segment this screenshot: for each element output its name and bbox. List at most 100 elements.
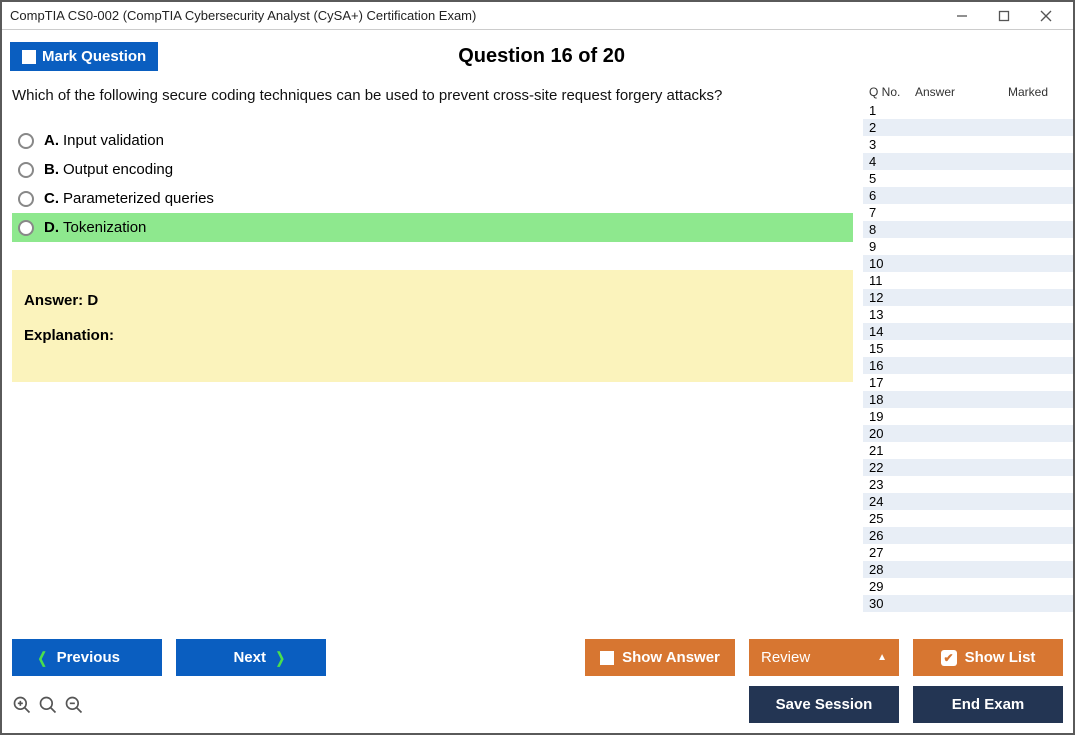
close-icon[interactable] xyxy=(1025,3,1067,29)
qlist-row[interactable]: 16 xyxy=(863,357,1073,374)
qlist-cell-marked xyxy=(989,272,1073,289)
qlist-cell-marked xyxy=(989,170,1073,187)
minimize-icon[interactable] xyxy=(941,3,983,29)
option-letter: C. xyxy=(44,190,59,207)
qlist-cell-marked xyxy=(989,119,1073,136)
next-button[interactable]: Next ❭ xyxy=(176,639,326,676)
qlist-row[interactable]: 11 xyxy=(863,272,1073,289)
qlist-cell-qno: 27 xyxy=(869,544,915,561)
qlist-cell-answer xyxy=(915,340,989,357)
show-list-button[interactable]: ✔ Show List xyxy=(913,639,1063,676)
qlist-cell-answer xyxy=(915,510,989,527)
qlist-row[interactable]: 20 xyxy=(863,425,1073,442)
show-answer-button[interactable]: Show Answer xyxy=(585,639,735,676)
review-button[interactable]: Review ▲ xyxy=(749,639,899,676)
option-d[interactable]: D. Tokenization xyxy=(12,213,853,242)
qlist-row[interactable]: 27 xyxy=(863,544,1073,561)
maximize-icon[interactable] xyxy=(983,3,1025,29)
qlist-cell-qno: 8 xyxy=(869,221,915,238)
qlist-row[interactable]: 30 xyxy=(863,595,1073,612)
qlist-cell-answer xyxy=(915,357,989,374)
qlist-cell-qno: 9 xyxy=(869,238,915,255)
qlist-cell-marked xyxy=(989,136,1073,153)
qlist-cell-answer xyxy=(915,255,989,272)
qlist-cell-answer xyxy=(915,459,989,476)
qlist-row[interactable]: 24 xyxy=(863,493,1073,510)
qlist-cell-marked xyxy=(989,408,1073,425)
qlist-cell-marked xyxy=(989,221,1073,238)
mid: Which of the following secure coding tec… xyxy=(2,81,1073,631)
qlist-cell-answer xyxy=(915,170,989,187)
qlist-cell-answer xyxy=(915,102,989,119)
qlist-row[interactable]: 18 xyxy=(863,391,1073,408)
qlist-cell-qno: 22 xyxy=(869,459,915,476)
qlist-row[interactable]: 9 xyxy=(863,238,1073,255)
qlist-row[interactable]: 12 xyxy=(863,289,1073,306)
qlist-row[interactable]: 1 xyxy=(863,102,1073,119)
qlist-row[interactable]: 17 xyxy=(863,374,1073,391)
footer-row-2: Save Session End Exam xyxy=(12,686,1063,723)
zoom-reset-icon[interactable] xyxy=(38,695,58,715)
qlist-row[interactable]: 23 xyxy=(863,476,1073,493)
zoom-controls xyxy=(12,695,84,715)
question-list-panel: Q No. Answer Marked 12345678910111213141… xyxy=(863,81,1073,631)
question-heading: Question 16 of 20 xyxy=(158,45,1065,68)
qlist-row[interactable]: 14 xyxy=(863,323,1073,340)
question-text: Which of the following secure coding tec… xyxy=(12,87,853,104)
option-text: Tokenization xyxy=(63,219,146,236)
save-session-button[interactable]: Save Session xyxy=(749,686,899,723)
qlist-cell-qno: 16 xyxy=(869,357,915,374)
option-a[interactable]: A. Input validation xyxy=(12,126,853,155)
qlist-cell-answer xyxy=(915,391,989,408)
previous-button[interactable]: ❬ Previous xyxy=(12,639,162,676)
qlist-cell-marked xyxy=(989,102,1073,119)
review-label: Review xyxy=(761,649,810,666)
titlebar: CompTIA CS0-002 (CompTIA Cybersecurity A… xyxy=(2,2,1073,30)
qlist-row[interactable]: 29 xyxy=(863,578,1073,595)
qlist-row[interactable]: 8 xyxy=(863,221,1073,238)
qlist-row[interactable]: 13 xyxy=(863,306,1073,323)
qlist-cell-qno: 2 xyxy=(869,119,915,136)
qlist-row[interactable]: 3 xyxy=(863,136,1073,153)
show-list-label: Show List xyxy=(965,649,1036,666)
qlist-cell-marked xyxy=(989,391,1073,408)
end-exam-button[interactable]: End Exam xyxy=(913,686,1063,723)
qlist-row[interactable]: 10 xyxy=(863,255,1073,272)
mark-question-button[interactable]: Mark Question xyxy=(10,42,158,71)
qlist-row[interactable]: 6 xyxy=(863,187,1073,204)
qlist-body[interactable]: 1234567891011121314151617181920212223242… xyxy=(863,102,1073,631)
zoom-out-icon[interactable] xyxy=(64,695,84,715)
qlist-row[interactable]: 26 xyxy=(863,527,1073,544)
option-b[interactable]: B. Output encoding xyxy=(12,155,853,184)
option-c[interactable]: C. Parameterized queries xyxy=(12,184,853,213)
qlist-cell-marked xyxy=(989,442,1073,459)
qlist-row[interactable]: 5 xyxy=(863,170,1073,187)
end-exam-label: End Exam xyxy=(952,696,1025,713)
qlist-row[interactable]: 19 xyxy=(863,408,1073,425)
chevron-up-icon: ▲ xyxy=(877,652,887,663)
radio-icon xyxy=(18,162,34,178)
qlist-cell-qno: 7 xyxy=(869,204,915,221)
qlist-row[interactable]: 4 xyxy=(863,153,1073,170)
qlist-cell-marked xyxy=(989,255,1073,272)
qlist-cell-marked xyxy=(989,544,1073,561)
window-title: CompTIA CS0-002 (CompTIA Cybersecurity A… xyxy=(10,8,941,23)
qlist-row[interactable]: 22 xyxy=(863,459,1073,476)
qlist-row[interactable]: 25 xyxy=(863,510,1073,527)
qlist-cell-answer xyxy=(915,119,989,136)
qlist-row[interactable]: 28 xyxy=(863,561,1073,578)
qlist-cell-marked xyxy=(989,204,1073,221)
qlist-cell-marked xyxy=(989,561,1073,578)
qlist-cell-qno: 4 xyxy=(869,153,915,170)
qlist-row[interactable]: 21 xyxy=(863,442,1073,459)
qlist-cell-qno: 25 xyxy=(869,510,915,527)
zoom-in-icon[interactable] xyxy=(12,695,32,715)
option-text: Parameterized queries xyxy=(63,190,214,207)
qlist-cell-answer xyxy=(915,595,989,612)
checkbox-checked-icon: ✔ xyxy=(941,650,957,666)
qlist-cell-marked xyxy=(989,238,1073,255)
qlist-row[interactable]: 7 xyxy=(863,204,1073,221)
qlist-cell-qno: 5 xyxy=(869,170,915,187)
qlist-row[interactable]: 15 xyxy=(863,340,1073,357)
qlist-row[interactable]: 2 xyxy=(863,119,1073,136)
